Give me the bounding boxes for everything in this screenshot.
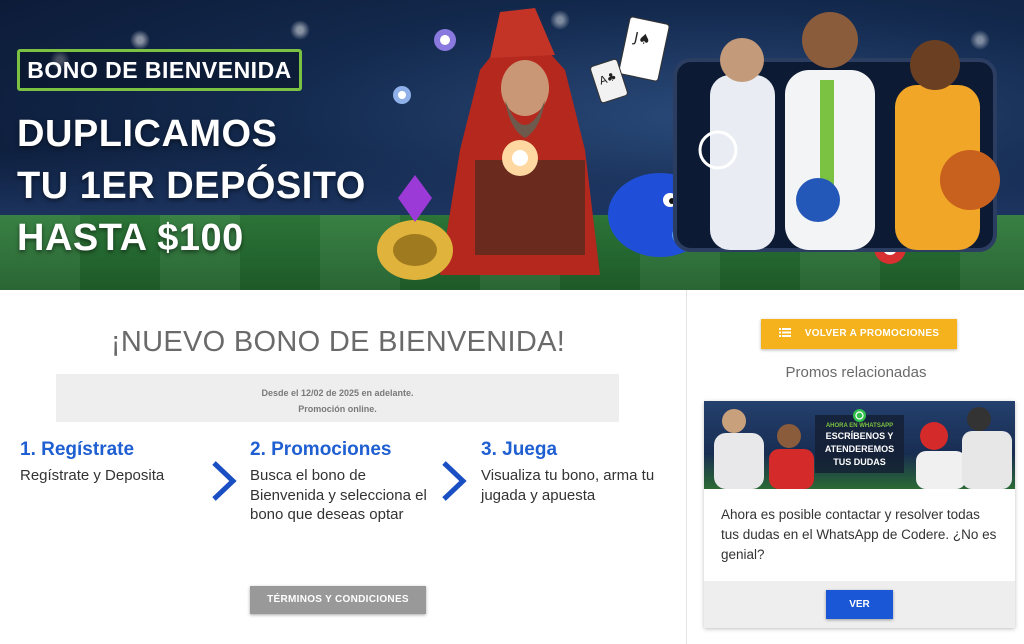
hero-banner: J♠ A♣ BONO DE BIENVENIDA DUPLICAMOS TU 1…	[0, 0, 1024, 290]
promo-card-footer: VER	[704, 581, 1015, 628]
validity-channel: Promoción online.	[298, 404, 377, 414]
step-2-text: Busca el bono de Bienvenida y selecciona…	[250, 467, 427, 523]
hero-headline: DUPLICAMOS TU 1ER DEPÓSITO HASTA $100	[17, 108, 397, 264]
hero-headline-line-3: HASTA $100	[17, 217, 244, 259]
whatsapp-banner-line-1: ESCRÍBENOS Y	[825, 431, 894, 441]
view-promo-button[interactable]: VER	[826, 590, 893, 619]
chevron-right-icon	[212, 461, 237, 501]
back-to-promos-label: VOLVER A PROMOCIONES	[804, 328, 940, 339]
terms-button[interactable]: TÉRMINOS Y CONDICIONES	[250, 586, 426, 614]
step-1-text: Regístrate y Deposita	[20, 467, 165, 484]
validity-date: Desde el 12/02 de 2025 en adelante.	[261, 388, 414, 398]
related-promos-title: Promos relacionadas	[785, 364, 927, 381]
step-1-title: 1. Regístrate	[20, 439, 135, 460]
promo-detail: ¡NUEVO BONO DE BIENVENIDA! Desde el 12/0…	[0, 290, 686, 644]
chevron-right-icon	[442, 461, 467, 501]
page-title: ¡NUEVO BONO DE BIENVENIDA!	[110, 326, 566, 358]
whatsapp-banner-line-3: TUS DUDAS	[833, 457, 886, 467]
validity-box: Desde el 12/02 de 2025 en adelante. Prom…	[56, 374, 619, 422]
step-3: 3. Juega Visualiza tu bono, arma tu juga…	[481, 438, 691, 505]
step-2-title: 2. Promociones	[250, 439, 392, 460]
step-2: 2. Promociones Busca el bono de Bienveni…	[250, 438, 460, 525]
whatsapp-banner: AHORA EN WHATSAPP ESCRÍBENOS Y ATENDEREM…	[815, 409, 904, 473]
hero-artwork: J♠ A♣	[377, 8, 1000, 280]
whatsapp-banner-line-2: ATENDEREMOS	[824, 444, 895, 454]
whatsapp-icon	[853, 409, 866, 422]
promo-card-description: Ahora es posible contactar y resolver to…	[721, 507, 997, 562]
sidebar: VOLVER A PROMOCIONES Promos relacionadas…	[686, 290, 1024, 644]
back-to-promos-button[interactable]: VOLVER A PROMOCIONES	[761, 319, 957, 349]
promo-card: AHORA EN WHATSAPP ESCRÍBENOS Y ATENDEREM…	[704, 401, 1015, 628]
whatsapp-banner-small: AHORA EN WHATSAPP	[825, 423, 894, 429]
hero-headline-line-1: DUPLICAMOS	[17, 113, 278, 155]
step-3-title: 3. Juega	[481, 439, 558, 460]
step-3-text: Visualiza tu bono, arma tu jugada y apue…	[481, 467, 655, 504]
step-1: 1. Regístrate Regístrate y Deposita	[20, 438, 230, 486]
hero-headline-line-2: TU 1ER DEPÓSITO	[17, 165, 366, 207]
promo-card-image[interactable]: AHORA EN WHATSAPP ESCRÍBENOS Y ATENDEREM…	[704, 401, 1015, 489]
welcome-bonus-badge: BONO DE BIENVENIDA	[17, 49, 302, 91]
list-icon	[778, 327, 791, 337]
